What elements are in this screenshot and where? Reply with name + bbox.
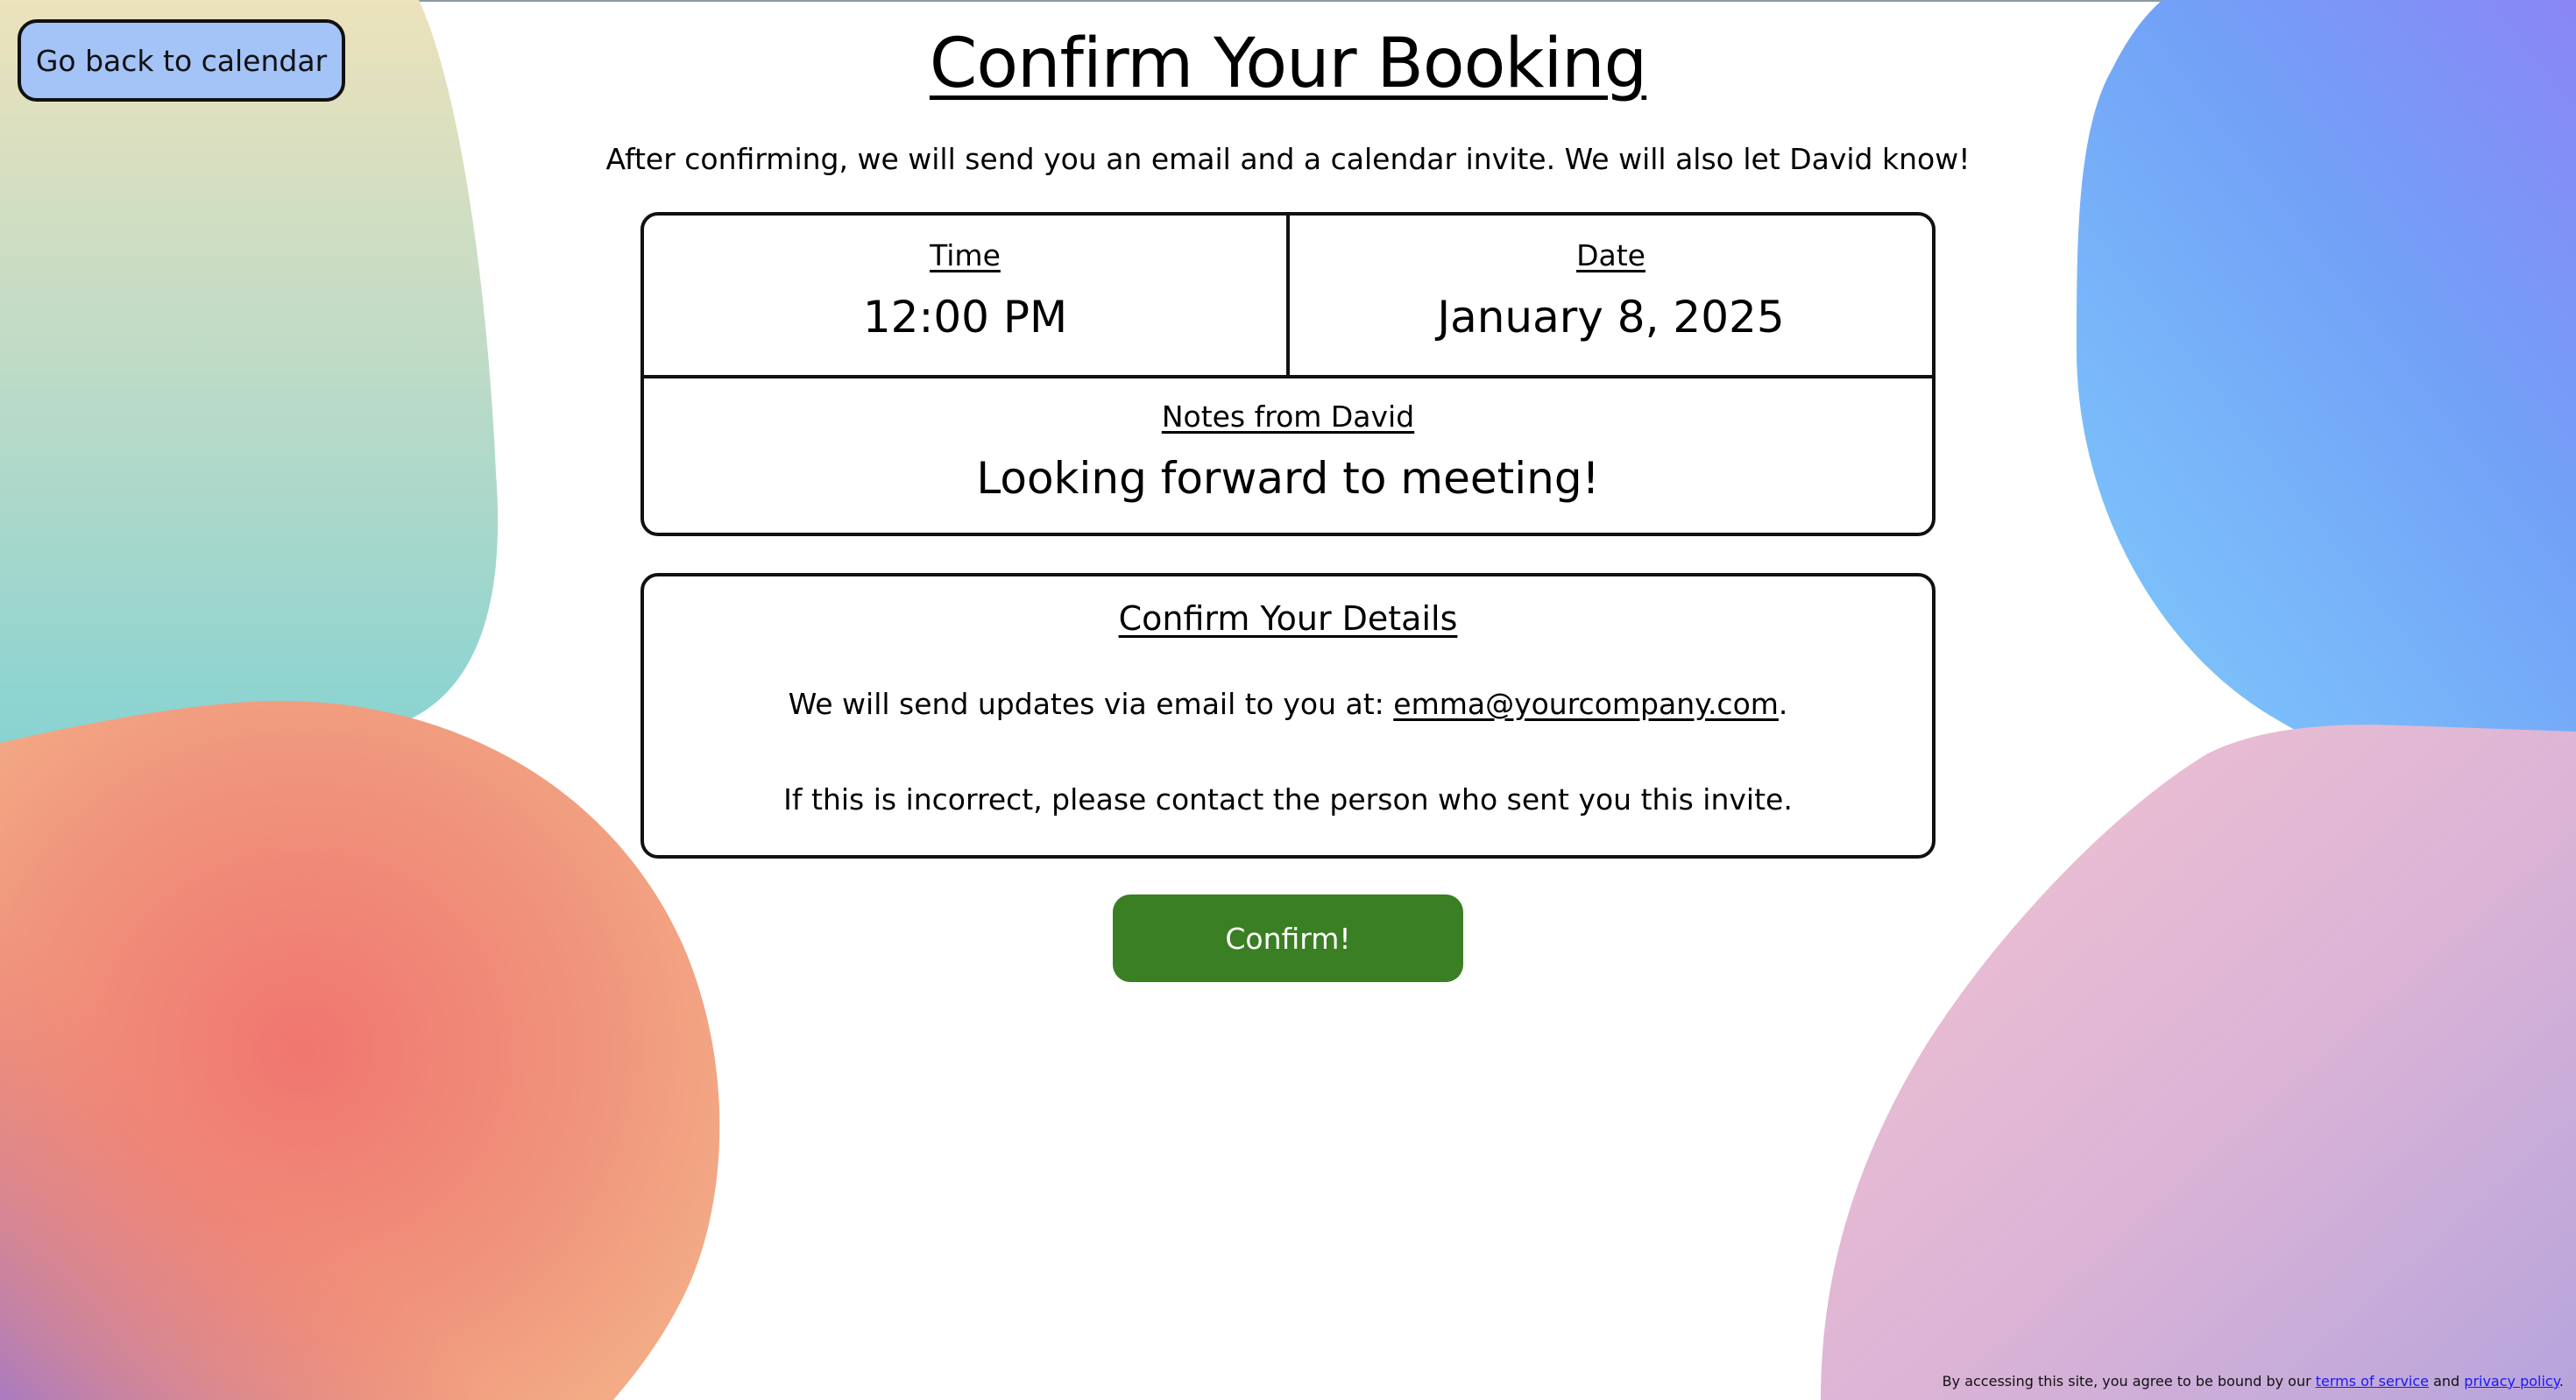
time-date-row: Time 12:00 PM Date January 8, 2025 [644, 216, 1932, 378]
confirm-button[interactable]: Confirm! [1113, 894, 1463, 982]
terms-of-service-link[interactable]: terms of service [2316, 1373, 2429, 1389]
incorrect-notice: If this is incorrect, please contact the… [783, 782, 1793, 817]
email-notice-prefix: We will send updates via email to you at… [788, 687, 1394, 721]
date-cell: Date January 8, 2025 [1286, 216, 1932, 375]
notes-label: Notes from David [1161, 399, 1415, 434]
email-notice: We will send updates via email to you at… [789, 687, 1788, 721]
footer-suffix: . [2558, 1373, 2564, 1389]
date-value: January 8, 2025 [1437, 292, 1785, 343]
user-email: emma@yourcompany.com [1393, 687, 1779, 721]
footer-legal: By accessing this site, you agree to be … [1943, 1373, 2564, 1389]
notes-value: Looking forward to meeting! [976, 453, 1600, 504]
time-label: Time [930, 238, 1001, 272]
details-title: Confirm Your Details [1118, 599, 1458, 638]
confirm-details-card: Confirm Your Details We will send update… [640, 573, 1936, 859]
back-to-calendar-button[interactable]: Go back to calendar [18, 19, 345, 102]
booking-info-card: Time 12:00 PM Date January 8, 2025 Notes… [640, 212, 1936, 536]
time-cell: Time 12:00 PM [644, 216, 1286, 375]
notes-cell: Notes from David Looking forward to meet… [644, 378, 1932, 504]
page-title: Confirm Your Booking [929, 25, 1647, 103]
time-value: 12:00 PM [862, 292, 1068, 343]
footer-prefix: By accessing this site, you agree to be … [1942, 1373, 2316, 1389]
date-label: Date [1576, 238, 1645, 272]
email-notice-suffix: . [1778, 687, 1788, 721]
privacy-policy-link[interactable]: privacy policy [2464, 1373, 2559, 1389]
footer-and: and [2429, 1373, 2465, 1389]
intro-text: After confirming, we will send you an em… [605, 142, 1971, 176]
